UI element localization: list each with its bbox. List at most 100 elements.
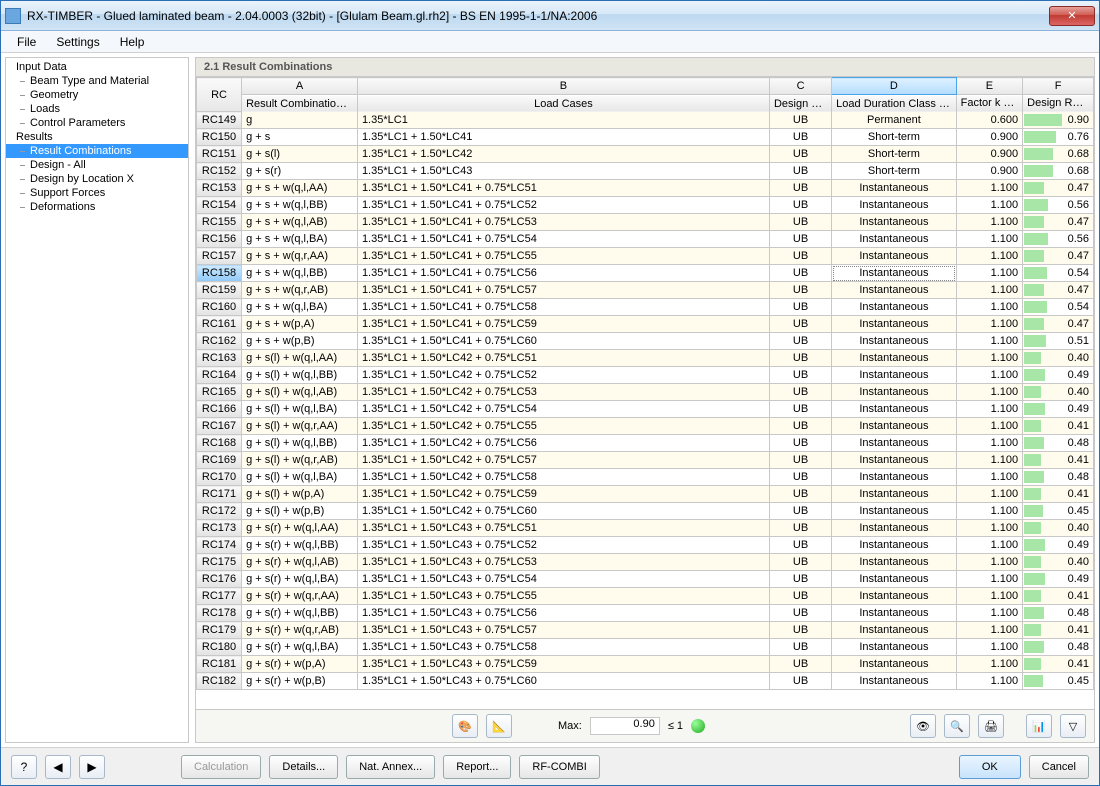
help-button[interactable]: ? <box>11 755 37 779</box>
col-rc-header[interactable]: RC <box>197 78 242 112</box>
table-row[interactable]: RC169g + s(l) + w(q,r,AB)1.35*LC1 + 1.50… <box>197 452 1094 469</box>
table-row[interactable]: RC167g + s(l) + w(q,r,AA)1.35*LC1 + 1.50… <box>197 418 1094 435</box>
rc-cell[interactable]: RC156 <box>197 231 242 248</box>
col-letter[interactable]: A <box>242 78 358 95</box>
nat-annex-button[interactable]: Nat. Annex... <box>346 755 435 779</box>
tool-filter-icon[interactable]: ▽ <box>1060 714 1086 738</box>
tree-item[interactable]: Result Combinations <box>6 144 188 158</box>
table-row[interactable]: RC179g + s(r) + w(q,r,AB)1.35*LC1 + 1.50… <box>197 622 1094 639</box>
table-row[interactable]: RC170g + s(l) + w(q,l,BA)1.35*LC1 + 1.50… <box>197 469 1094 486</box>
col-letter[interactable]: D <box>832 78 956 95</box>
tree-group[interactable]: Input Data <box>6 60 188 74</box>
rc-cell[interactable]: RC171 <box>197 486 242 503</box>
rc-cell[interactable]: RC180 <box>197 639 242 656</box>
table-row[interactable]: RC166g + s(l) + w(q,l,BA)1.35*LC1 + 1.50… <box>197 401 1094 418</box>
table-row[interactable]: RC178g + s(r) + w(q,l,BB)1.35*LC1 + 1.50… <box>197 605 1094 622</box>
nav-tree[interactable]: Input DataBeam Type and MaterialGeometry… <box>5 57 189 743</box>
tool-export-icon[interactable]: 📊 <box>1026 714 1052 738</box>
table-row[interactable]: RC151g + s(l)1.35*LC1 + 1.50*LC42UBShort… <box>197 146 1094 163</box>
rc-cell[interactable]: RC179 <box>197 622 242 639</box>
table-row[interactable]: RC174g + s(r) + w(q,l,BB)1.35*LC1 + 1.50… <box>197 537 1094 554</box>
tool-view2-icon[interactable]: 🔍 <box>944 714 970 738</box>
tool-view1-icon[interactable]: 👁 <box>910 714 936 738</box>
col-letter[interactable]: E <box>956 78 1023 95</box>
tree-group[interactable]: Results <box>6 130 188 144</box>
rc-cell[interactable]: RC158 <box>197 265 242 282</box>
rc-cell[interactable]: RC155 <box>197 214 242 231</box>
col-header-b[interactable]: Load Cases <box>357 95 769 112</box>
tree-item[interactable]: Support Forces <box>6 186 188 200</box>
table-row[interactable]: RC157g + s + w(q,r,AA)1.35*LC1 + 1.50*LC… <box>197 248 1094 265</box>
table-row[interactable]: RC172g + s(l) + w(p,B)1.35*LC1 + 1.50*LC… <box>197 503 1094 520</box>
table-row[interactable]: RC173g + s(r) + w(q,l,AA)1.35*LC1 + 1.50… <box>197 520 1094 537</box>
rc-cell[interactable]: RC174 <box>197 537 242 554</box>
tree-item[interactable]: Control Parameters <box>6 116 188 130</box>
results-table-wrap[interactable]: RCABCDEF Result Combination DescriptionL… <box>195 76 1095 710</box>
tool-scale-icon[interactable]: 📐 <box>486 714 512 738</box>
rc-cell[interactable]: RC181 <box>197 656 242 673</box>
rc-cell[interactable]: RC178 <box>197 605 242 622</box>
rc-cell[interactable]: RC173 <box>197 520 242 537</box>
table-row[interactable]: RC168g + s(l) + w(q,l,BB)1.35*LC1 + 1.50… <box>197 435 1094 452</box>
rc-cell[interactable]: RC176 <box>197 571 242 588</box>
rc-cell[interactable]: RC159 <box>197 282 242 299</box>
close-button[interactable]: ✕ <box>1049 6 1095 26</box>
col-header-f[interactable]: Design Ratio η max <box>1023 95 1094 112</box>
tree-item[interactable]: Beam Type and Material <box>6 74 188 88</box>
rc-cell[interactable]: RC160 <box>197 299 242 316</box>
calculation-button[interactable]: Calculation <box>181 755 261 779</box>
col-header-c[interactable]: Design Situation <box>769 95 831 112</box>
table-row[interactable]: RC176g + s(r) + w(q,l,BA)1.35*LC1 + 1.50… <box>197 571 1094 588</box>
rc-cell[interactable]: RC165 <box>197 384 242 401</box>
next-button[interactable]: ▶ <box>79 755 105 779</box>
col-header-a[interactable]: Result Combination Description <box>242 95 358 112</box>
prev-button[interactable]: ◀ <box>45 755 71 779</box>
col-header-e[interactable]: Factor k mod <box>956 95 1023 112</box>
table-row[interactable]: RC161g + s + w(p,A)1.35*LC1 + 1.50*LC41 … <box>197 316 1094 333</box>
tree-item[interactable]: Deformations <box>6 200 188 214</box>
table-row[interactable]: RC163g + s(l) + w(q,l,AA)1.35*LC1 + 1.50… <box>197 350 1094 367</box>
rc-cell[interactable]: RC166 <box>197 401 242 418</box>
rc-cell[interactable]: RC175 <box>197 554 242 571</box>
col-header-d[interactable]: Load Duration Class (LDC) <box>832 95 956 112</box>
table-row[interactable]: RC159g + s + w(q,r,AB)1.35*LC1 + 1.50*LC… <box>197 282 1094 299</box>
col-letter[interactable]: F <box>1023 78 1094 95</box>
menu-settings[interactable]: Settings <box>48 33 107 51</box>
tree-item[interactable]: Design - All <box>6 158 188 172</box>
rc-cell[interactable]: RC172 <box>197 503 242 520</box>
table-row[interactable]: RC175g + s(r) + w(q,l,AB)1.35*LC1 + 1.50… <box>197 554 1094 571</box>
rc-cell[interactable]: RC168 <box>197 435 242 452</box>
rf-combi-button[interactable]: RF-COMBI <box>519 755 599 779</box>
ok-button[interactable]: OK <box>959 755 1021 779</box>
rc-cell[interactable]: RC163 <box>197 350 242 367</box>
table-row[interactable]: RC182g + s(r) + w(p,B)1.35*LC1 + 1.50*LC… <box>197 673 1094 690</box>
rc-cell[interactable]: RC169 <box>197 452 242 469</box>
rc-cell[interactable]: RC162 <box>197 333 242 350</box>
menu-file[interactable]: File <box>9 33 44 51</box>
tree-item[interactable]: Geometry <box>6 88 188 102</box>
rc-cell[interactable]: RC153 <box>197 180 242 197</box>
report-button[interactable]: Report... <box>443 755 511 779</box>
table-row[interactable]: RC154g + s + w(q,l,BB)1.35*LC1 + 1.50*LC… <box>197 197 1094 214</box>
rc-cell[interactable]: RC182 <box>197 673 242 690</box>
table-row[interactable]: RC164g + s(l) + w(q,l,BB)1.35*LC1 + 1.50… <box>197 367 1094 384</box>
table-row[interactable]: RC177g + s(r) + w(q,r,AA)1.35*LC1 + 1.50… <box>197 588 1094 605</box>
table-row[interactable]: RC181g + s(r) + w(p,A)1.35*LC1 + 1.50*LC… <box>197 656 1094 673</box>
rc-cell[interactable]: RC167 <box>197 418 242 435</box>
col-letter[interactable]: B <box>357 78 769 95</box>
rc-cell[interactable]: RC154 <box>197 197 242 214</box>
rc-cell[interactable]: RC164 <box>197 367 242 384</box>
rc-cell[interactable]: RC157 <box>197 248 242 265</box>
rc-cell[interactable]: RC152 <box>197 163 242 180</box>
tool-print-icon[interactable]: 🖨 <box>978 714 1004 738</box>
table-row[interactable]: RC180g + s(r) + w(q,l,BA)1.35*LC1 + 1.50… <box>197 639 1094 656</box>
rc-cell[interactable]: RC161 <box>197 316 242 333</box>
menu-help[interactable]: Help <box>112 33 153 51</box>
table-row[interactable]: RC155g + s + w(q,l,AB)1.35*LC1 + 1.50*LC… <box>197 214 1094 231</box>
table-row[interactable]: RC160g + s + w(q,l,BA)1.35*LC1 + 1.50*LC… <box>197 299 1094 316</box>
table-row[interactable]: RC162g + s + w(p,B)1.35*LC1 + 1.50*LC41 … <box>197 333 1094 350</box>
rc-cell[interactable]: RC149 <box>197 112 242 129</box>
cancel-button[interactable]: Cancel <box>1029 755 1089 779</box>
table-row[interactable]: RC165g + s(l) + w(q,l,AB)1.35*LC1 + 1.50… <box>197 384 1094 401</box>
table-row[interactable]: RC158g + s + w(q,l,BB)1.35*LC1 + 1.50*LC… <box>197 265 1094 282</box>
